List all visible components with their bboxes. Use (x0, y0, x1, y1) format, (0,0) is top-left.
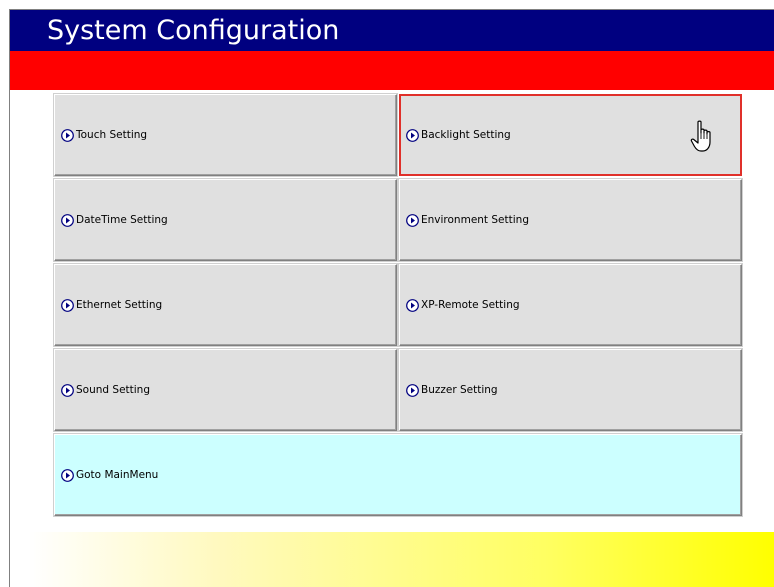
goto-main-menu-label: Goto MainMenu (76, 469, 159, 481)
environment-setting-button[interactable]: Environment Setting (399, 179, 742, 261)
backlight-setting-label: Backlight Setting (421, 129, 511, 141)
ethernet-setting-label: Ethernet Setting (76, 299, 163, 311)
sound-setting-button[interactable]: Sound Setting (54, 349, 397, 431)
arrow-right-circle-icon (61, 128, 74, 142)
goto-main-menu-button[interactable]: Goto MainMenu (54, 434, 742, 516)
footer-gradient-bar (29, 532, 774, 587)
arrow-right-circle-icon (406, 298, 419, 312)
xp-remote-setting-button[interactable]: XP-Remote Setting (399, 264, 742, 346)
accent-bar (10, 51, 774, 90)
arrow-right-circle-icon (61, 468, 74, 482)
datetime-setting-button[interactable]: DateTime Setting (54, 179, 397, 261)
hand-pointer-icon (690, 120, 711, 152)
xp-remote-setting-label: XP-Remote Setting (421, 299, 520, 311)
buzzer-setting-label: Buzzer Setting (421, 384, 498, 396)
system-configuration-screen: System Configuration Touch Setting Backl… (0, 0, 774, 587)
datetime-setting-label: DateTime Setting (76, 214, 168, 226)
sound-setting-label: Sound Setting (76, 384, 150, 396)
buzzer-setting-button[interactable]: Buzzer Setting (399, 349, 742, 431)
arrow-right-circle-icon (61, 298, 74, 312)
title-bar: System Configuration (10, 10, 774, 51)
touch-setting-label: Touch Setting (76, 129, 148, 141)
environment-setting-label: Environment Setting (421, 214, 529, 226)
arrow-right-circle-icon (61, 213, 74, 227)
touch-setting-button[interactable]: Touch Setting (54, 94, 397, 176)
arrow-right-circle-icon (406, 383, 419, 397)
window-title: System Configuration (47, 15, 340, 46)
arrow-right-circle-icon (61, 383, 74, 397)
arrow-right-circle-icon (406, 213, 419, 227)
arrow-right-circle-icon (406, 128, 419, 142)
ethernet-setting-button[interactable]: Ethernet Setting (54, 264, 397, 346)
